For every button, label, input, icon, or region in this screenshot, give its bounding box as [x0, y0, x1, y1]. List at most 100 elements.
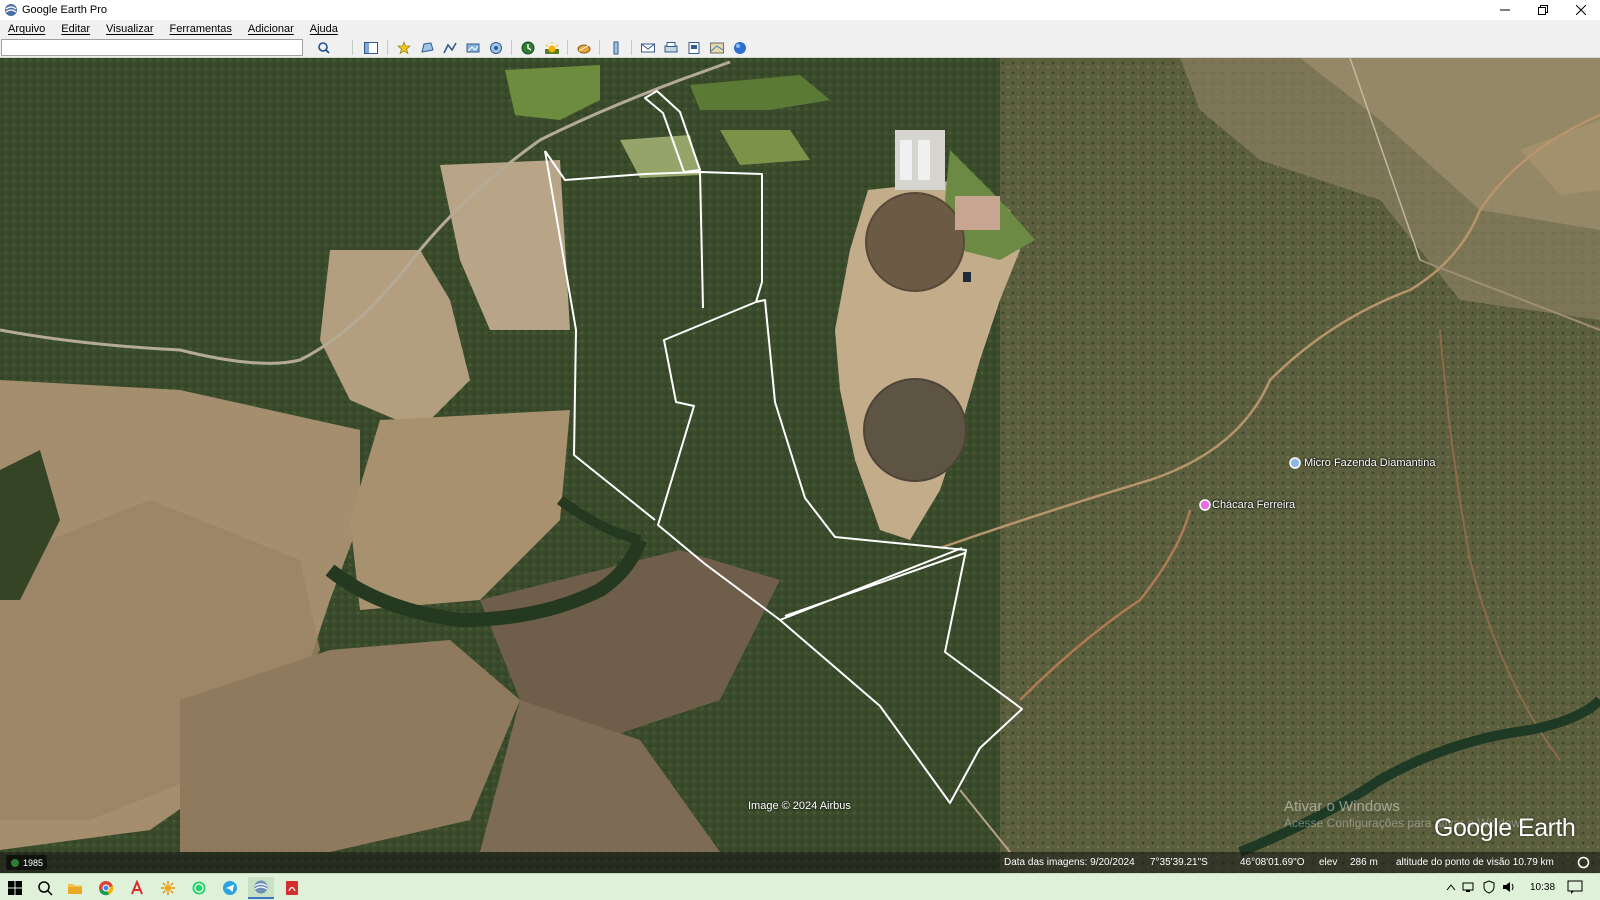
imagery-date: Data das imagens: 9/20/2024 [1004, 857, 1135, 868]
sunlight-button[interactable] [542, 39, 562, 56]
year-label: 1985 [23, 857, 44, 868]
add-overlay-button[interactable] [463, 39, 483, 56]
search-icon [318, 41, 330, 54]
restore-button[interactable] [1524, 0, 1562, 20]
historical-imagery-button[interactable] [518, 39, 538, 56]
toolbar-separator [511, 40, 512, 55]
menu-adicionar[interactable]: Adicionar [248, 23, 294, 35]
blue-place-icon [1289, 457, 1301, 469]
elevation-value: 286 m [1350, 857, 1378, 868]
earth-switch-button[interactable] [730, 39, 750, 56]
close-button[interactable] [1562, 0, 1600, 20]
eye-altitude: altitude do ponto de visão 10.79 km [1396, 857, 1554, 868]
place-label: Micro Fazenda Diamantina [1304, 457, 1436, 469]
window-controls [1486, 0, 1600, 20]
menu-bar: Arquivo Editar Visualizar Ferramentas Ad… [0, 20, 1600, 38]
polygon-icon [421, 41, 434, 53]
google-earth-logo: Google Earth [1434, 814, 1576, 842]
longitude-readout: 46°08'01.69"O [1240, 857, 1305, 868]
google-earth-app-icon [5, 4, 17, 16]
minimize-icon [1500, 9, 1510, 11]
taskbar-telegram[interactable] [217, 877, 243, 899]
start-button[interactable] [2, 877, 28, 899]
taskbar-clock[interactable]: 10:38 [1530, 882, 1555, 893]
place-label: Chácara Ferreira [1212, 499, 1296, 511]
taskbar-whatsapp[interactable] [186, 877, 212, 899]
clock-icon [11, 858, 19, 867]
search-icon [38, 881, 53, 896]
google-maps-icon [710, 42, 724, 53]
taskbar-pdf-reader[interactable] [124, 877, 150, 899]
toolbar-separator [352, 40, 353, 55]
security-shield-icon[interactable] [1482, 880, 1496, 894]
file-explorer-icon [68, 884, 82, 894]
menu-editar[interactable]: Editar [61, 23, 90, 35]
status-bar: Data das imagens: 9/20/2024 7°35'39.21"S… [0, 852, 1600, 873]
title-bar: Google Earth Pro [0, 0, 1600, 20]
save-image-icon [688, 41, 700, 54]
tour-icon [490, 41, 502, 54]
toolbar [0, 38, 1600, 58]
start-icon [8, 881, 22, 895]
add-placemark-button[interactable] [394, 39, 414, 56]
volume-icon[interactable] [1502, 881, 1516, 893]
window-title: Google Earth Pro [22, 4, 107, 16]
chevron-up-icon[interactable] [1446, 883, 1456, 891]
historical-imagery-icon [521, 41, 535, 54]
minimize-button[interactable] [1486, 0, 1524, 20]
toolbar-separator [387, 40, 388, 55]
pdf-reader-icon [131, 880, 143, 895]
menu-ferramentas[interactable]: Ferramentas [170, 23, 232, 35]
telegram-icon [223, 881, 237, 895]
toolbar-separator [599, 40, 600, 55]
record-tour-button[interactable] [486, 39, 506, 56]
email-button[interactable] [638, 39, 658, 56]
latitude-readout: 7°35'39.21"S [1150, 857, 1208, 868]
email-icon [641, 43, 655, 52]
sidebar-toggle-icon [364, 41, 378, 54]
sidebar-toggle-button[interactable] [361, 39, 381, 56]
close-icon [1576, 5, 1586, 15]
place-marker-chacara-ferreira[interactable]: Chácara Ferreira [1198, 498, 1295, 512]
path-icon [443, 42, 457, 53]
windows-taskbar: 10:38 [0, 873, 1600, 900]
acrobat-icon [286, 881, 298, 895]
google-earth-icon [254, 880, 268, 894]
placemark-icon [397, 40, 411, 54]
whatsapp-icon [192, 881, 206, 895]
search-button[interactable] [314, 39, 334, 56]
planets-button[interactable] [574, 39, 594, 56]
taskbar-app-sun[interactable] [155, 877, 181, 899]
taskbar-file-explorer[interactable] [62, 877, 88, 899]
elevation-label: elev [1319, 857, 1338, 868]
taskbar-google-earth[interactable] [248, 877, 274, 899]
save-image-button[interactable] [684, 39, 704, 56]
menu-arquivo[interactable]: Arquivo [8, 23, 45, 35]
menu-ajuda[interactable]: Ajuda [310, 23, 338, 35]
historical-year-badge[interactable]: 1985 [6, 855, 48, 870]
view-in-google-maps-button[interactable] [707, 39, 727, 56]
taskbar-acrobat[interactable] [279, 877, 305, 899]
planets-icon [577, 44, 591, 53]
restore-icon [1538, 5, 1548, 15]
add-path-button[interactable] [440, 39, 460, 56]
toolbar-separator [567, 40, 568, 55]
place-marker-micro-fazenda[interactable]: Micro Fazenda Diamantina [1288, 456, 1435, 470]
imagery-credit: Image © 2024 Airbus [748, 800, 851, 812]
overlay-icon [466, 43, 480, 52]
print-button[interactable] [661, 39, 681, 56]
pink-place-icon [1199, 499, 1211, 511]
sun-icon [545, 41, 559, 54]
chrome-icon [99, 881, 114, 896]
notifications-icon[interactable] [1567, 880, 1583, 894]
activate-windows-watermark: Ativar o Windows [1284, 798, 1400, 815]
taskbar-search-button[interactable] [32, 877, 58, 899]
network-icon[interactable] [1462, 881, 1476, 893]
menu-visualizar[interactable]: Visualizar [106, 23, 154, 35]
add-polygon-button[interactable] [417, 39, 437, 56]
search-input[interactable] [1, 39, 303, 56]
earth-icon [734, 41, 746, 54]
earth-3d-view[interactable]: Micro Fazenda Diamantina Chácara Ferreir… [0, 58, 1600, 873]
taskbar-chrome[interactable] [93, 877, 119, 899]
ruler-button[interactable] [606, 39, 626, 56]
